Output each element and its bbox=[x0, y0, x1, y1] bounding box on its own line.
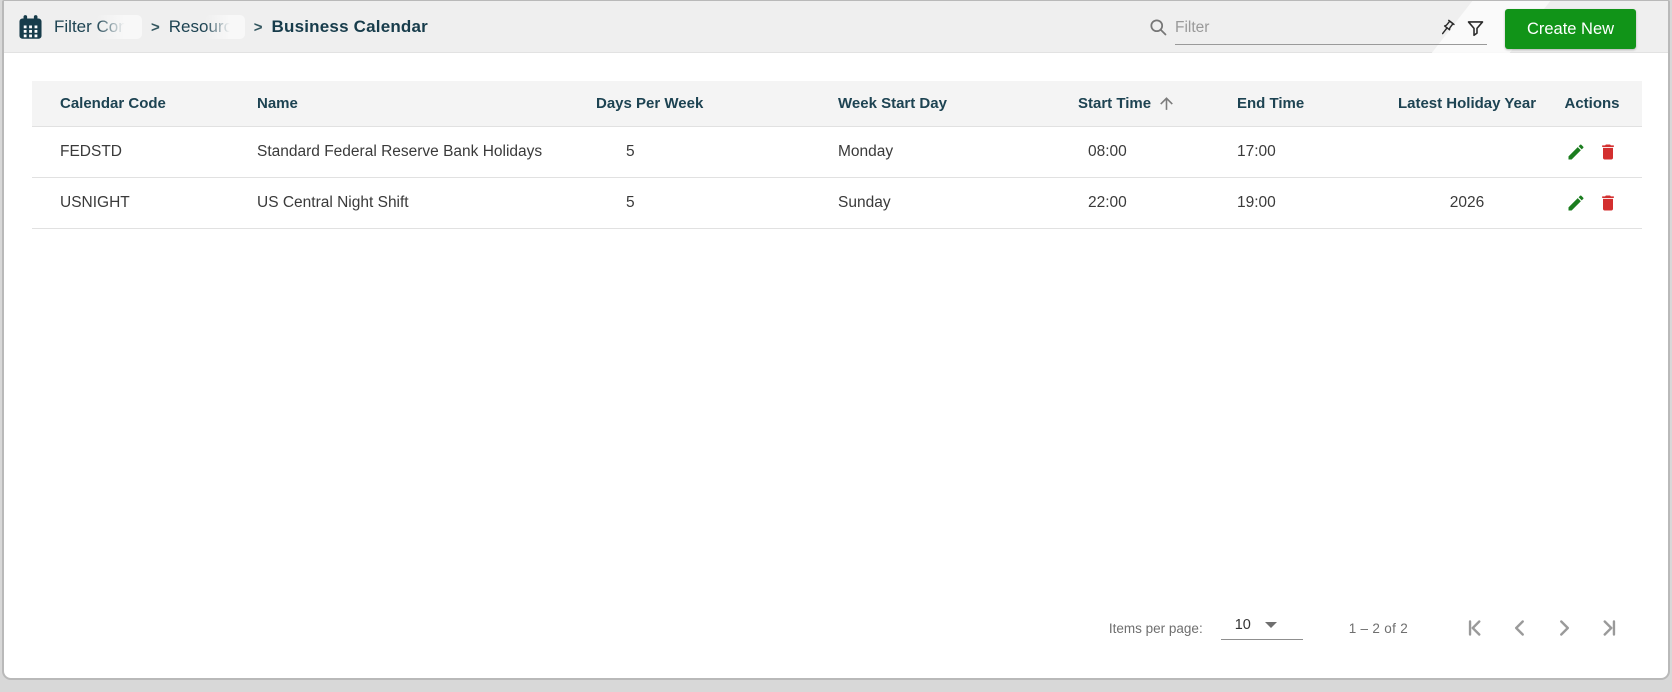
paginator-nav bbox=[1460, 612, 1624, 644]
breadcrumb-item-filter-configuration[interactable]: Filter Conf bbox=[54, 15, 142, 39]
cell-end-time: 19:00 bbox=[1237, 194, 1276, 211]
edit-button[interactable] bbox=[1565, 192, 1587, 214]
cell-latest-holiday-year: 2026 bbox=[1449, 194, 1485, 211]
top-bar: Filter Conf > Resource > Business Calend… bbox=[4, 1, 1668, 53]
column-filter-button[interactable] bbox=[1463, 16, 1487, 40]
page-range-label: 1 – 2 of 2 bbox=[1348, 620, 1408, 636]
cell-actions bbox=[1542, 141, 1642, 163]
first-page-icon bbox=[1468, 620, 1481, 636]
paginator: Items per page: 10 1 – 2 of 2 bbox=[1109, 608, 1624, 648]
push-pin-icon bbox=[1441, 19, 1455, 35]
page-title: Business Calendar bbox=[271, 17, 428, 36]
cell-week-start-day: Monday bbox=[838, 143, 894, 160]
pencil-icon bbox=[1568, 195, 1584, 211]
cell-start-time: 08:00 bbox=[1088, 143, 1127, 160]
col-header-days-per-week[interactable]: Days Per Week bbox=[596, 95, 838, 112]
filter-input[interactable] bbox=[1175, 16, 1431, 40]
col-header-week-start-day[interactable]: Week Start Day bbox=[838, 95, 1078, 112]
col-header-actions: Actions bbox=[1564, 95, 1620, 112]
cell-name: US Central Night Shift bbox=[257, 194, 409, 211]
table-header-row: Calendar Code Name Days Per Week Week St… bbox=[32, 81, 1642, 127]
table-row: USNIGHT US Central Night Shift 5 Sunday … bbox=[32, 178, 1642, 229]
sort-arrow-up-icon bbox=[1160, 97, 1173, 110]
cell-week-start-day: Sunday bbox=[838, 194, 891, 211]
pin-filter-button[interactable] bbox=[1435, 16, 1459, 40]
delete-button[interactable] bbox=[1597, 141, 1619, 163]
last-page-icon bbox=[1603, 620, 1616, 636]
cell-days-per-week: 5 bbox=[626, 194, 635, 211]
chevron-down-icon bbox=[1264, 621, 1277, 628]
trash-icon bbox=[1602, 195, 1614, 211]
next-page-button[interactable] bbox=[1548, 612, 1580, 644]
business-calendar-table: Calendar Code Name Days Per Week Week St… bbox=[32, 81, 1642, 229]
cell-actions bbox=[1542, 192, 1642, 214]
breadcrumb-trail: Filter Conf > Resource > Business Calend… bbox=[54, 15, 428, 39]
col-header-start-time-label: Start Time bbox=[1078, 95, 1152, 112]
content-card: Filter Conf > Resource > Business Calend… bbox=[2, 0, 1670, 680]
trash-icon bbox=[1602, 144, 1614, 160]
pencil-icon bbox=[1568, 144, 1584, 160]
first-page-button[interactable] bbox=[1460, 612, 1492, 644]
table-row: FEDSTD Standard Federal Reserve Bank Hol… bbox=[32, 127, 1642, 178]
cell-days-per-week: 5 bbox=[626, 143, 635, 160]
cell-name: Standard Federal Reserve Bank Holidays bbox=[257, 143, 543, 160]
col-header-calendar-code[interactable]: Calendar Code bbox=[32, 95, 257, 112]
col-header-end-time[interactable]: End Time bbox=[1237, 95, 1392, 112]
breadcrumb-separator: > bbox=[253, 18, 263, 36]
cell-calendar-code: FEDSTD bbox=[60, 143, 122, 160]
calendar-icon bbox=[19, 14, 42, 39]
create-new-button[interactable]: Create New bbox=[1505, 9, 1636, 49]
filter-field bbox=[1175, 16, 1487, 45]
business-calendar-page: Filter Conf > Resource > Business Calend… bbox=[0, 0, 1672, 692]
edit-button[interactable] bbox=[1565, 141, 1587, 163]
page-size-select[interactable]: 10 bbox=[1220, 616, 1303, 640]
cell-start-time: 22:00 bbox=[1088, 194, 1127, 211]
filter-funnel-icon bbox=[1467, 20, 1483, 36]
last-page-button[interactable] bbox=[1592, 612, 1624, 644]
page-size-value: 10 bbox=[1234, 616, 1251, 633]
col-header-name[interactable]: Name bbox=[257, 95, 596, 112]
chevron-left-icon bbox=[1515, 620, 1524, 636]
cell-end-time: 17:00 bbox=[1237, 143, 1276, 160]
col-header-latest-holiday-year[interactable]: Latest Holiday Year bbox=[1392, 95, 1542, 112]
col-header-start-time[interactable]: Start Time bbox=[1078, 94, 1237, 113]
cell-calendar-code: USNIGHT bbox=[60, 194, 130, 211]
chevron-right-icon bbox=[1560, 620, 1569, 636]
breadcrumb: Filter Conf > Resource > Business Calend… bbox=[17, 1, 428, 53]
breadcrumb-separator: > bbox=[151, 18, 160, 36]
table-filter bbox=[1148, 9, 1487, 45]
items-per-page-label: Items per page: bbox=[1108, 620, 1203, 636]
previous-page-button[interactable] bbox=[1504, 612, 1536, 644]
search-icon bbox=[1150, 19, 1167, 36]
delete-button[interactable] bbox=[1597, 192, 1619, 214]
breadcrumb-item-resource[interactable]: Resource bbox=[169, 15, 245, 39]
